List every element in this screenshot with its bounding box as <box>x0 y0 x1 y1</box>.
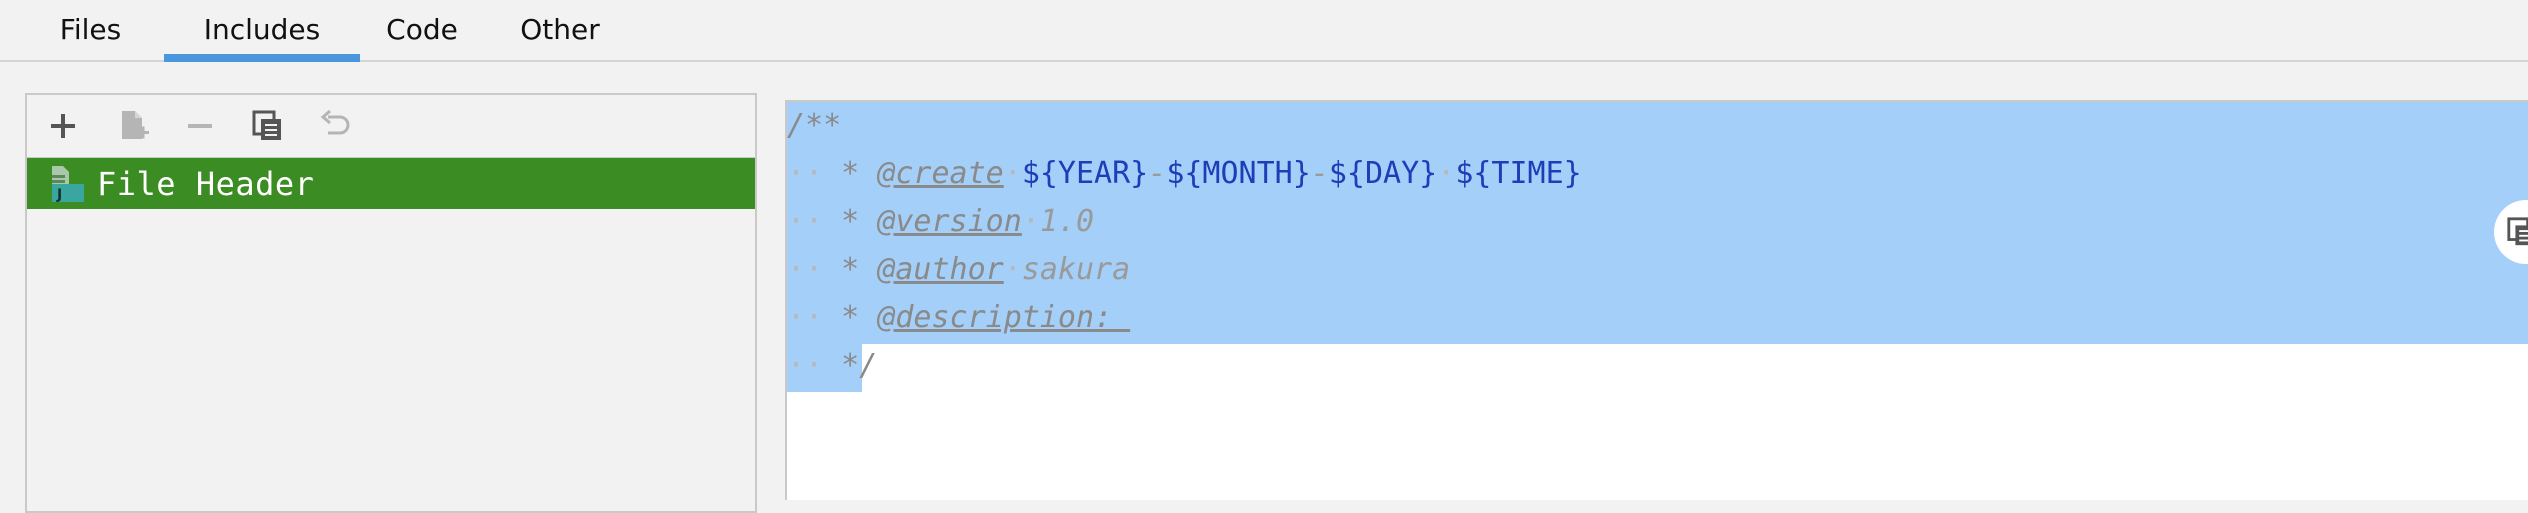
svg-text:J: J <box>56 187 62 203</box>
separator: - <box>1310 156 1329 191</box>
list-item-label: File Header <box>97 164 315 203</box>
comment-star: * <box>823 204 878 239</box>
tab-bar: Files Includes Code Other <box>0 0 2528 62</box>
code-line-6: ·· */ <box>787 342 1582 390</box>
add-file-icon <box>122 111 149 139</box>
indent-dots: ·· <box>787 252 824 287</box>
java-file-icon: J <box>47 164 87 204</box>
tag-value: 1.0 <box>1039 204 1095 239</box>
separator: - <box>1148 156 1167 191</box>
tab-files[interactable]: Files <box>28 0 153 58</box>
plus-icon <box>51 114 75 138</box>
javadoc-tag: @description <box>877 300 1095 335</box>
code-line-4: ·· * @author·sakura <box>787 246 1582 294</box>
templates-toolbar <box>27 95 755 159</box>
tab-other[interactable]: Other <box>500 0 620 58</box>
space-dot: · <box>1021 204 1040 239</box>
tab-label: Includes <box>203 12 321 46</box>
comment-star: * <box>823 252 878 287</box>
code-content: /** ·· * @create·${YEAR}-${MONTH}-${DAY}… <box>787 102 1582 390</box>
undo-icon <box>320 109 350 135</box>
space-dot: · <box>1003 156 1022 191</box>
tag-value: sakura <box>1021 252 1131 287</box>
space-dot: · <box>1003 252 1022 287</box>
code-line-1: /** <box>787 102 1582 150</box>
list-item-file-header[interactable]: J File Header <box>27 158 755 209</box>
var-year: ${YEAR} <box>1021 156 1149 191</box>
remove-button[interactable] <box>178 104 222 148</box>
templates-panel: J File Header <box>25 93 757 513</box>
code-line-5: ·· * @description: <box>787 294 1582 342</box>
comment-open: /** <box>787 108 842 143</box>
space-dot: · <box>1437 156 1456 191</box>
tab-label: Code <box>386 12 458 46</box>
add-child-button[interactable] <box>111 104 155 148</box>
reset-button[interactable] <box>313 104 357 148</box>
code-line-3: ·· * @version·1.0 <box>787 198 1582 246</box>
indent-dots: ·· <box>787 156 824 191</box>
code-line-2: ·· * @create·${YEAR}-${MONTH}-${DAY}·${T… <box>787 150 1582 198</box>
tab-label: Other <box>520 12 600 46</box>
var-time: ${TIME} <box>1455 156 1582 191</box>
add-button[interactable] <box>41 104 85 148</box>
javadoc-tag: @author <box>877 252 1004 287</box>
tag-value: : <box>1094 300 1131 335</box>
template-editor[interactable]: /** ·· * @create·${YEAR}-${MONTH}-${DAY}… <box>785 100 2528 500</box>
copy-button[interactable] <box>246 104 290 148</box>
tab-includes[interactable]: Includes <box>164 0 360 62</box>
comment-star: * <box>823 300 878 335</box>
indent-dots: ·· <box>787 300 824 335</box>
var-month: ${MONTH} <box>1166 156 1311 191</box>
javadoc-tag: @create <box>877 156 1004 191</box>
comment-star: * <box>823 156 878 191</box>
indent-dots: ·· <box>787 348 824 383</box>
var-day: ${DAY} <box>1328 156 1438 191</box>
minus-icon <box>188 124 212 128</box>
indent-dots: ·· <box>787 204 824 239</box>
tab-label: Files <box>59 12 122 46</box>
comment-close: */ <box>823 348 878 383</box>
copy-icon <box>252 110 281 140</box>
copy-icon <box>2507 217 2528 246</box>
tab-code[interactable]: Code <box>368 0 476 58</box>
javadoc-tag: @version <box>877 204 1022 239</box>
